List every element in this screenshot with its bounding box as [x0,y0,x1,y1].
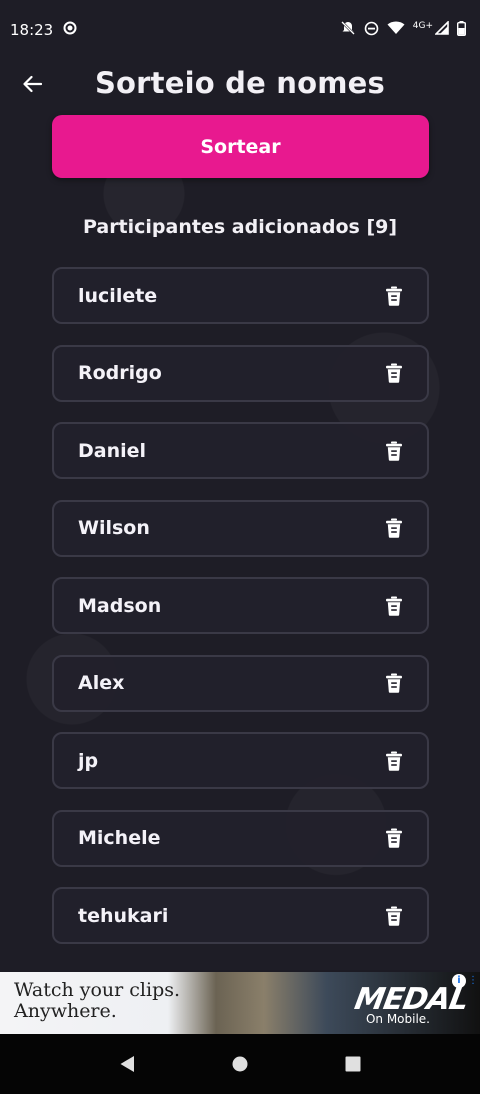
trash-icon[interactable] [385,441,403,461]
list-item: Rodrigo [52,344,429,402]
list-item: Daniel [52,422,429,479]
ad-line-1: Watch your clips. [14,979,181,1001]
participant-name: Wilson [78,517,150,539]
app-header: Sorteio de nomes [0,60,480,106]
trash-icon[interactable] [385,518,403,538]
nav-back-button[interactable] [115,1052,139,1076]
list-item: lucilete [52,267,429,324]
nav-recents-button[interactable] [341,1052,365,1076]
system-nav-bar [0,1034,480,1094]
list-item: Madson [52,577,429,634]
do-not-disturb-icon [364,21,379,40]
nav-home-button[interactable] [228,1052,252,1076]
participant-name: Rodrigo [78,362,162,384]
participant-name: Michele [78,827,161,849]
ad-info-icon[interactable]: i [452,974,466,988]
participant-name: lucilete [78,284,158,307]
status-right: 4G+ [340,20,466,40]
ad-line-2: Anywhere. [14,1000,117,1022]
participant-name: jp [78,749,99,772]
list-item: Michele [52,809,429,867]
wifi-icon [387,21,405,39]
recents-square-icon [345,1056,361,1072]
signal-icon [434,20,449,39]
network-type: 4G+ [412,21,433,31]
list-item: Alex [52,654,429,712]
status-time: 18:23 [10,21,54,39]
participant-name: Alex [78,672,125,694]
ad-tagline: On Mobile. [365,1012,430,1026]
notifications-off-icon [340,20,356,40]
arrow-left-icon [23,75,42,93]
participant-name: Daniel [78,439,147,462]
back-triangle-icon [120,1056,134,1072]
participant-name: tehukari [78,904,169,927]
back-button[interactable] [18,70,46,98]
trash-icon[interactable] [385,751,403,771]
trash-icon[interactable] [385,906,403,926]
draw-button[interactable]: Sortear [52,115,429,178]
trash-icon[interactable] [385,286,403,306]
list-item: jp [52,732,429,789]
home-circle-icon [232,1056,248,1072]
participant-name: Madson [78,594,162,617]
ad-text: Watch your clips. Anywhere. [14,980,180,1022]
trash-icon[interactable] [385,596,403,616]
recording-icon [63,21,77,39]
ad-close-icon[interactable]: ⋮ [468,974,478,988]
participant-list: lucilete Rodrigo Daniel Wilson Madson Al… [52,267,429,965]
ad-banner[interactable]: Watch your clips. Anywhere. MEDAL On Mob… [0,972,480,1034]
list-item: tehukari [52,887,429,944]
participants-heading: Participantes adicionados [9] [82,216,398,238]
trash-icon[interactable] [385,828,403,848]
trash-icon[interactable] [385,673,403,693]
status-bar: 18:23 4G+ [0,0,480,60]
battery-icon [456,20,466,40]
status-left: 18:23 [10,21,77,39]
page-title: Sorteio de nomes [94,66,386,100]
trash-icon[interactable] [385,363,403,383]
list-item: Wilson [52,499,429,557]
